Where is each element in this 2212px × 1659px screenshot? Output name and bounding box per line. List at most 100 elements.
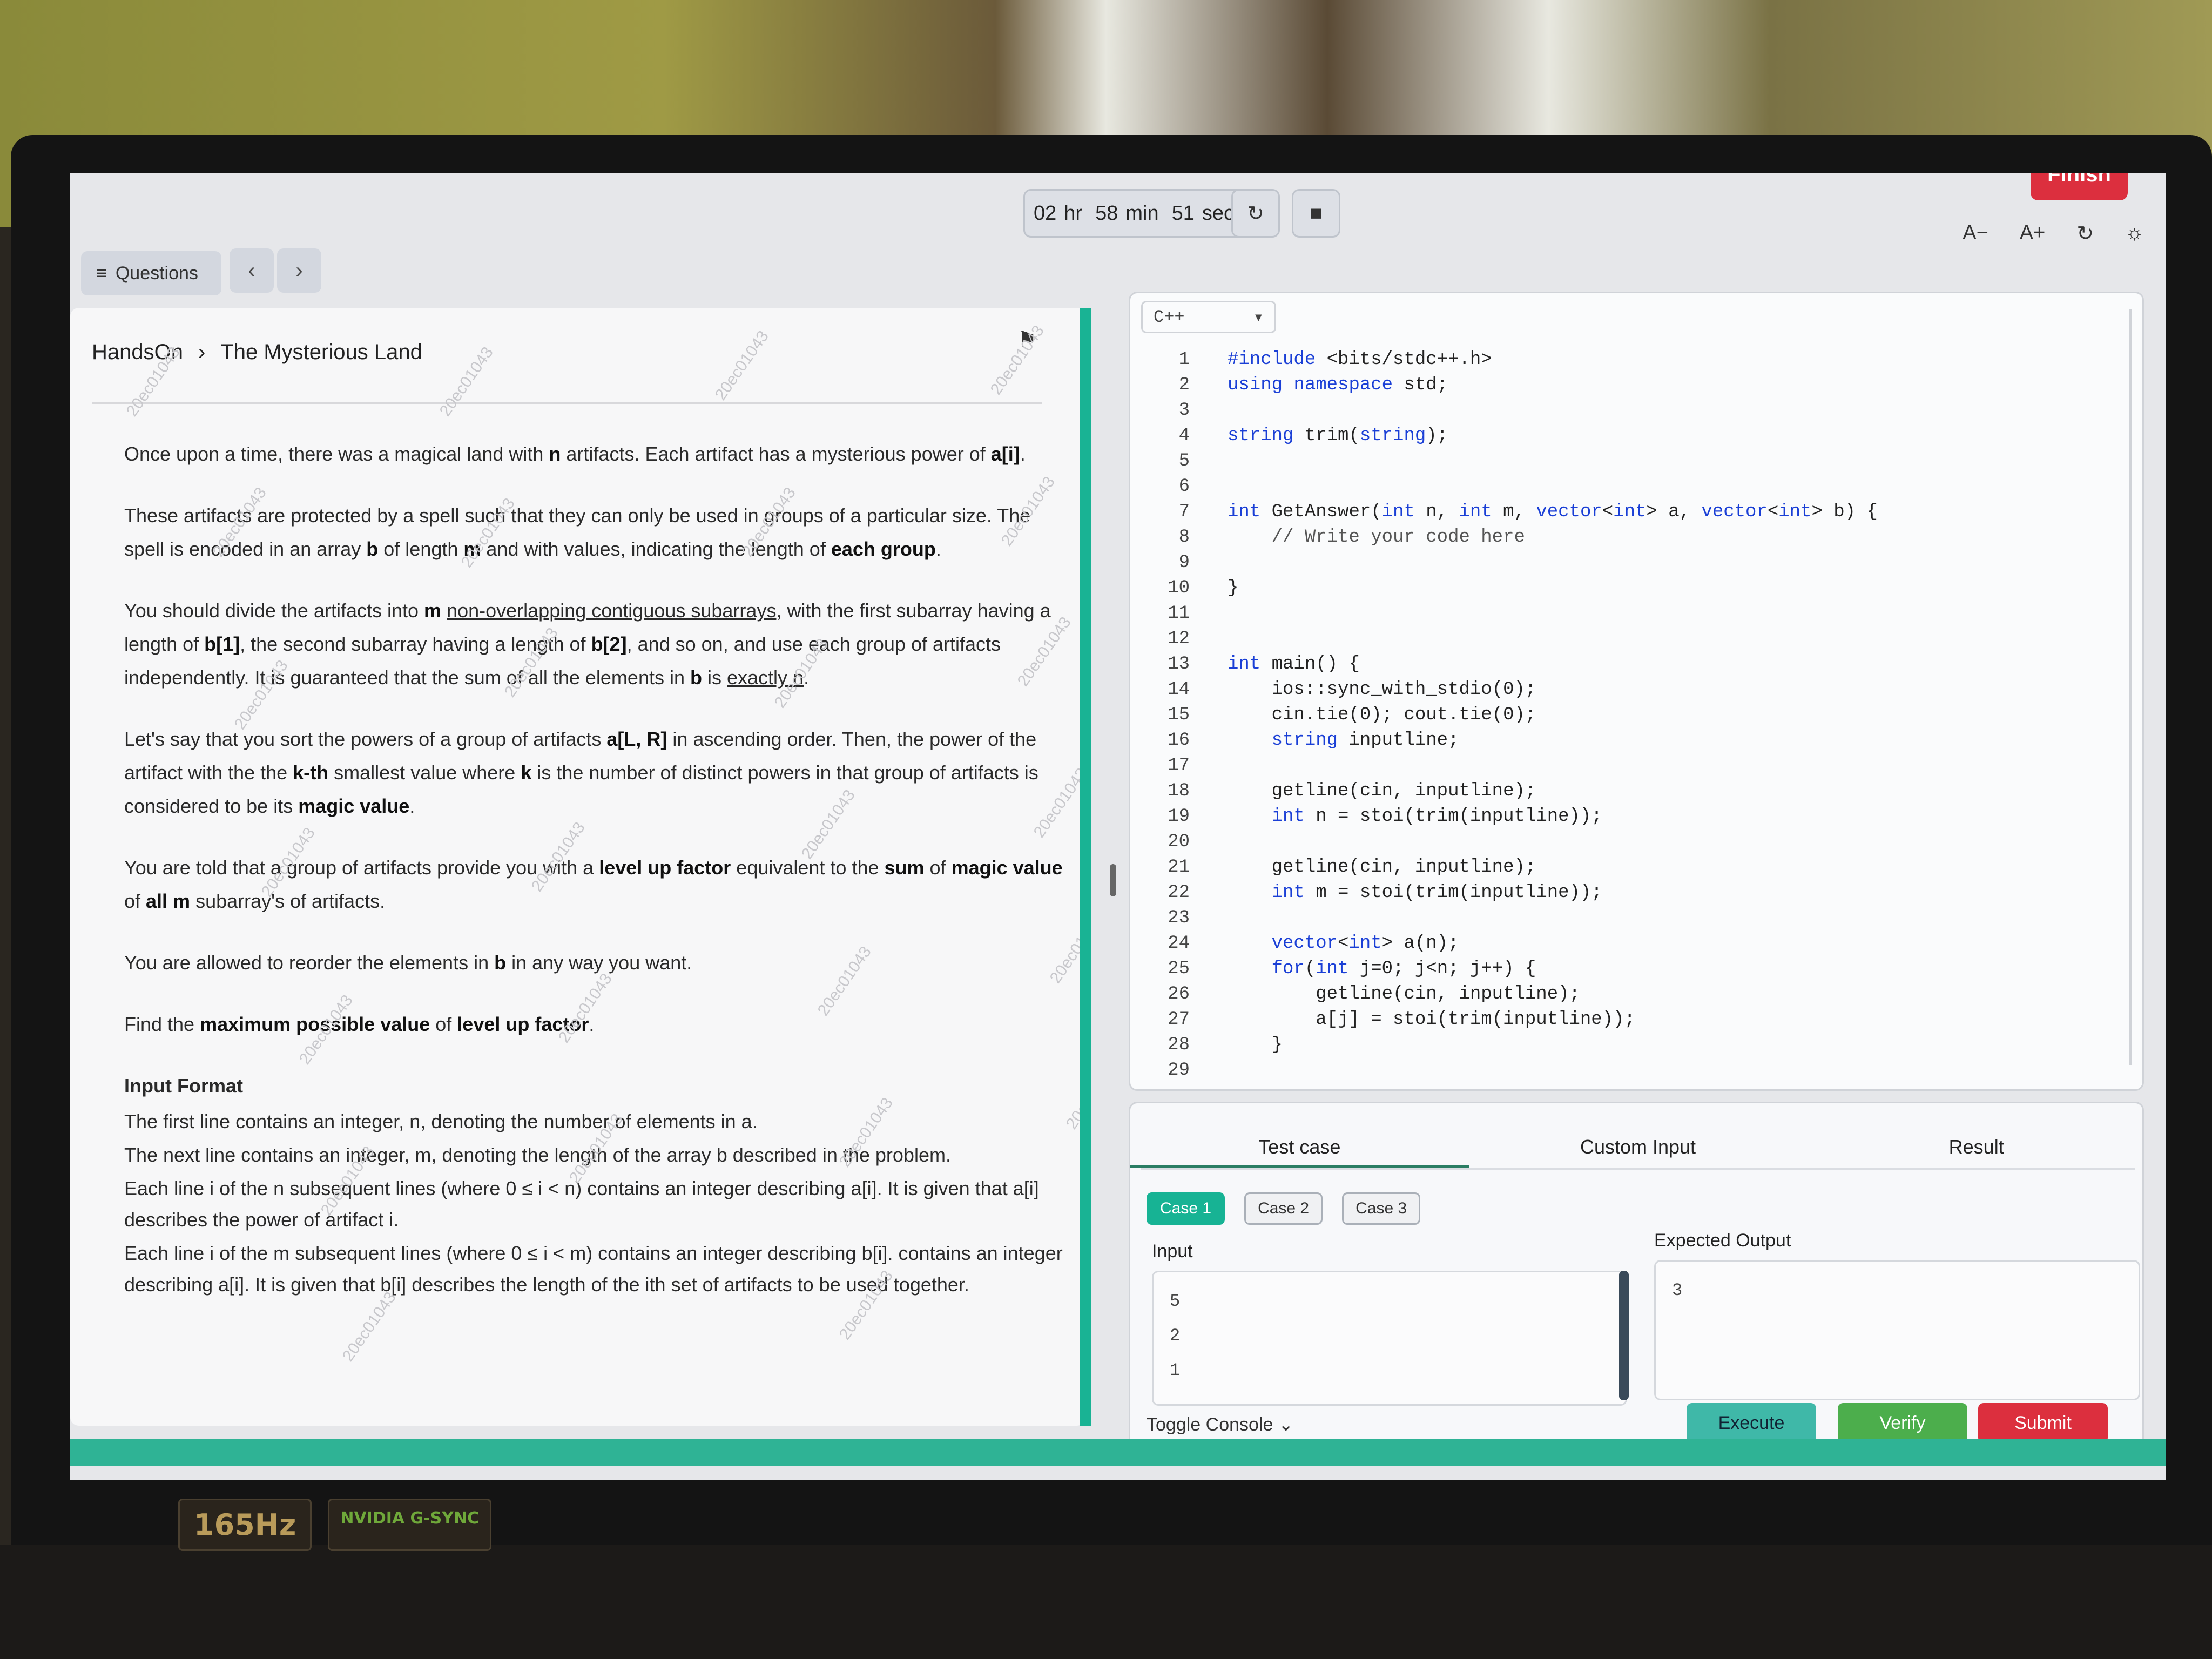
gsync-sticker: NVIDIA G-SYNC <box>328 1499 492 1551</box>
case-2-button[interactable]: Case 2 <box>1244 1192 1323 1225</box>
timer-seconds-unit: sec <box>1202 201 1235 225</box>
code-line[interactable]: 28 } <box>1141 1033 2124 1058</box>
code-text: for(int j=0; j<n; j++) { <box>1271 959 1536 979</box>
line-number: 16 <box>1168 730 1190 751</box>
code-editor[interactable]: C++ ▾ 1 #include <bits/stdc++.h> 2 using na… <box>1129 292 2144 1091</box>
line-number: 10 <box>1168 578 1190 598</box>
code-line[interactable]: 24 vector<int> a(n); <box>1141 931 2124 956</box>
timer-hours: 02 <box>1034 201 1057 225</box>
refresh-rate-sticker: 165Hz <box>178 1499 312 1551</box>
code-line[interactable]: 21 getline(cin, inputline); <box>1141 855 2124 880</box>
test-console: Test case Custom Input Result Case 1 Cas… <box>1129 1102 2144 1453</box>
input-scrollbar[interactable] <box>1619 1271 1629 1400</box>
code-text: string trim(string); <box>1228 426 1448 446</box>
code-line[interactable]: 1 #include <bits/stdc++.h> <box>1141 347 2124 373</box>
code-line[interactable]: 27 a[j] = stoi(trim(inputline)); <box>1141 1007 2124 1033</box>
language-select[interactable]: C++ ▾ <box>1141 301 1276 333</box>
input-label: Input <box>1152 1241 1193 1262</box>
code-line[interactable]: 5 <box>1141 449 2124 474</box>
screen: ≡ Questions ‹ › 02 hr 58 min 51 sec ↻ ■ … <box>70 173 2166 1480</box>
next-question-button[interactable]: › <box>277 248 321 293</box>
tab-test-case[interactable]: Test case <box>1130 1120 1469 1168</box>
problem-panel: HandsOn › The Mysterious Land ⚑ Once upo… <box>70 308 1085 1426</box>
code-text: int n = stoi(trim(inputline)); <box>1271 806 1602 827</box>
code-line[interactable]: 26 getline(cin, inputline); <box>1141 982 2124 1007</box>
timer-seconds: 51 <box>1171 201 1195 225</box>
code-line[interactable]: 23 <box>1141 906 2124 931</box>
font-increase-button[interactable]: A+ <box>2020 221 2046 246</box>
paragraph-4: Let's say that you sort the powers of a … <box>124 728 1038 817</box>
chevron-right-icon: › <box>295 258 303 282</box>
code-line[interactable]: 17 <box>1141 753 2124 779</box>
code-line[interactable]: 13 int main() { <box>1141 652 2124 677</box>
case-3-button[interactable]: Case 3 <box>1342 1192 1421 1225</box>
input-line: 5 <box>1170 1291 1181 1311</box>
line-number: 20 <box>1168 832 1190 852</box>
code-line[interactable]: 20 <box>1141 830 2124 855</box>
code-line[interactable]: 19 int n = stoi(trim(inputline)); <box>1141 804 2124 830</box>
code-line[interactable]: 2 using namespace std; <box>1141 373 2124 398</box>
code-line[interactable]: 8 // Write your code here <box>1141 525 2124 550</box>
timer-hours-unit: hr <box>1064 201 1083 225</box>
code-text: string inputline; <box>1271 730 1459 751</box>
flag-icon[interactable]: ⚑ <box>1017 327 1037 352</box>
submit-button[interactable]: Submit <box>1978 1403 2108 1443</box>
tab-custom-input[interactable]: Custom Input <box>1469 1120 1808 1168</box>
line-number: 26 <box>1168 984 1190 1004</box>
code-line[interactable]: 22 int m = stoi(trim(inputline)); <box>1141 880 2124 906</box>
code-line[interactable]: 3 <box>1141 398 2124 423</box>
code-line[interactable]: 12 <box>1141 626 2124 652</box>
code-line[interactable]: 16 string inputline; <box>1141 728 2124 753</box>
code-line[interactable]: 29 <box>1141 1058 2124 1083</box>
code-line[interactable]: 4 string trim(string); <box>1141 423 2124 449</box>
code-line[interactable]: 11 <box>1141 601 2124 626</box>
editor-scrollbar[interactable] <box>2129 309 2132 1065</box>
code-line[interactable]: 25 for(int j=0; j<n; j++) { <box>1141 956 2124 982</box>
tab-result[interactable]: Result <box>1807 1120 2146 1168</box>
code-line[interactable]: 18 getline(cin, inputline); <box>1141 779 2124 804</box>
expected-output-box: 3 <box>1654 1260 2140 1400</box>
execute-button[interactable]: Execute <box>1687 1403 1816 1443</box>
top-bar: ≡ Questions ‹ › 02 hr 58 min 51 sec ↻ ■ … <box>70 173 2166 295</box>
code-line[interactable]: 15 cin.tie(0); cout.tie(0); <box>1141 703 2124 728</box>
line-number: 3 <box>1178 400 1190 421</box>
pane-resize-handle[interactable] <box>1110 864 1116 896</box>
code-line[interactable]: 7 int GetAnswer(int n, int m, vector<int>… <box>1141 500 2124 525</box>
toggle-console-button[interactable]: Toggle Console ⌄ <box>1147 1414 1293 1435</box>
font-decrease-button[interactable]: A− <box>1963 221 1988 246</box>
line-number: 8 <box>1178 527 1190 548</box>
line-number: 11 <box>1168 603 1190 624</box>
camera-button[interactable]: ■ <box>1292 189 1340 238</box>
code-line[interactable]: 14 ios::sync_with_stdio(0); <box>1141 677 2124 703</box>
paragraph-1: Once upon a time, there was a magical la… <box>124 443 1026 465</box>
finish-button[interactable]: Finish <box>2031 173 2128 200</box>
code-text: // Write your code here <box>1228 527 1525 548</box>
line-number: 14 <box>1168 679 1190 700</box>
timer-minutes: 58 <box>1095 201 1118 225</box>
theme-toggle-icon[interactable]: ☼ <box>2125 221 2144 246</box>
problem-title: The Mysterious Land <box>220 340 422 364</box>
code-line[interactable]: 6 <box>1141 474 2124 500</box>
prev-question-button[interactable]: ‹ <box>230 248 274 293</box>
questions-button[interactable]: ≡ Questions <box>81 251 221 295</box>
case-selector: Case 1 Case 2 Case 3 <box>1147 1192 1421 1225</box>
problem-scrollbar[interactable] <box>1080 308 1091 1426</box>
code-line[interactable]: 9 <box>1141 550 2124 576</box>
reset-code-icon[interactable]: ↻ <box>2076 221 2094 246</box>
title-divider <box>92 402 1042 404</box>
input-format-section: Input Format The first line contains an … <box>124 1069 1064 1300</box>
verify-button[interactable]: Verify <box>1838 1403 1967 1443</box>
paragraph-6: You are allowed to reorder the elements … <box>124 952 692 974</box>
code-text: } <box>1228 1035 1283 1055</box>
input-box[interactable]: 5 2 1 <box>1152 1271 1627 1406</box>
input-line: 2 <box>1170 1326 1181 1346</box>
code-area[interactable]: 1 #include <bits/stdc++.h> 2 using namespac… <box>1141 347 2124 1083</box>
breadcrumb-root[interactable]: HandsOn <box>92 340 183 365</box>
case-1-button[interactable]: Case 1 <box>1147 1192 1225 1225</box>
code-line[interactable]: 10} <box>1141 576 2124 601</box>
refresh-timer-button[interactable]: ↻ <box>1231 189 1280 238</box>
